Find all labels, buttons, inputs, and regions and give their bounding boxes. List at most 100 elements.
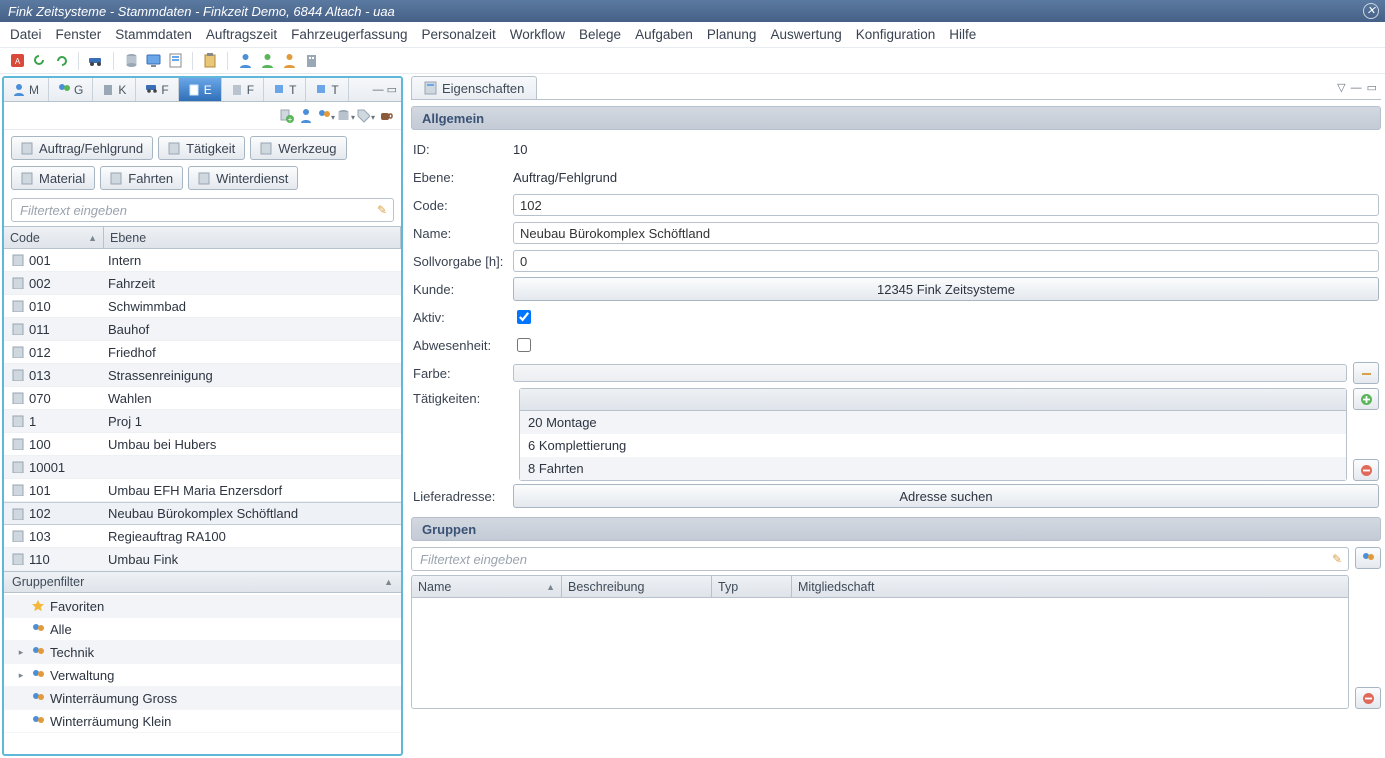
table-row[interactable]: 001Intern — [4, 249, 401, 272]
panel-minimize-icon[interactable]: — — [1351, 82, 1362, 94]
menu-planung[interactable]: Planung — [707, 27, 757, 42]
menu-workflow[interactable]: Workflow — [510, 27, 565, 42]
color-selector[interactable] — [513, 364, 1347, 382]
btn-taetigkeit[interactable]: Tätigkeit — [158, 136, 245, 160]
menu-auftragszeit[interactable]: Auftragszeit — [206, 27, 277, 42]
btn-fahrten[interactable]: Fahrten — [100, 166, 183, 190]
db-icon[interactable] — [122, 52, 140, 70]
table-row[interactable]: 002Fahrzeit — [4, 272, 401, 295]
col-name[interactable]: Name▲ — [412, 576, 562, 597]
list-item[interactable]: 6 Komplettierung — [520, 434, 1346, 457]
table-row[interactable]: 100Umbau bei Hubers — [4, 433, 401, 456]
table-row[interactable]: 070Wahlen — [4, 387, 401, 410]
input-name[interactable] — [513, 222, 1379, 244]
table-row[interactable]: 011Bauhof — [4, 318, 401, 341]
person-blue-icon[interactable] — [236, 52, 254, 70]
menu-aufgaben[interactable]: Aufgaben — [635, 27, 693, 42]
window-close-button[interactable]: ✕ — [1363, 3, 1379, 19]
panel-maximize-icon[interactable]: ▭ — [1367, 81, 1377, 94]
gruppen-filter-input[interactable] — [418, 551, 1332, 568]
list-item[interactable]: 8 Fahrten — [520, 457, 1346, 480]
col-header-code[interactable]: Code▲ — [4, 227, 104, 248]
adresse-suchen-button[interactable]: Adresse suchen — [513, 484, 1379, 508]
menu-konfiguration[interactable]: Konfiguration — [856, 27, 936, 42]
checkbox-abwesenheit[interactable] — [517, 338, 531, 352]
list-item[interactable]: 20 Montage — [520, 411, 1346, 434]
menu-fahrzeugerfassung[interactable]: Fahrzeugerfassung — [291, 27, 407, 42]
tree-node[interactable]: Winterräumung Klein — [4, 710, 401, 733]
color-clear-button[interactable] — [1353, 362, 1379, 384]
quick-person-icon[interactable] — [297, 107, 315, 125]
menu-hilfe[interactable]: Hilfe — [949, 27, 976, 42]
menu-stammdaten[interactable]: Stammdaten — [115, 27, 192, 42]
quick-add-icon[interactable]: + — [277, 107, 295, 125]
form-icon[interactable] — [166, 52, 184, 70]
viewtab-f1[interactable]: F — [136, 78, 178, 101]
table-row[interactable]: 10001 — [4, 456, 401, 479]
viewtab-e-active[interactable]: E — [179, 78, 222, 101]
menu-belege[interactable]: Belege — [579, 27, 621, 42]
col-mitgliedschaft[interactable]: Mitgliedschaft — [792, 576, 1348, 597]
btn-auftrag-fehlgrund[interactable]: Auftrag/Fehlgrund — [11, 136, 153, 160]
checkbox-aktiv[interactable] — [517, 310, 531, 324]
col-header-ebene[interactable]: Ebene — [104, 227, 401, 248]
viewtab-g[interactable]: G — [49, 78, 93, 101]
table-row[interactable]: 013Strassenreinigung — [4, 364, 401, 387]
building-icon[interactable] — [302, 52, 320, 70]
col-beschreibung[interactable]: Beschreibung — [562, 576, 712, 597]
btn-winterdienst[interactable]: Winterdienst — [188, 166, 298, 190]
table-row[interactable]: 1Proj 1 — [4, 410, 401, 433]
viewtab-t2[interactable]: T — [306, 78, 348, 101]
viewtab-m[interactable]: M — [4, 78, 49, 101]
btn-material[interactable]: Material — [11, 166, 95, 190]
menu-personalzeit[interactable]: Personalzeit — [421, 27, 495, 42]
person-green-icon[interactable] — [258, 52, 276, 70]
table-row[interactable]: 110Umbau Fink — [4, 548, 401, 571]
clipboard-icon[interactable] — [201, 52, 219, 70]
menu-auswertung[interactable]: Auswertung — [770, 27, 841, 42]
tree-node[interactable]: Favoriten — [4, 595, 401, 618]
btn-werkzeug[interactable]: Werkzeug — [250, 136, 346, 160]
input-code[interactable] — [513, 194, 1379, 216]
tab-maximize-icon[interactable]: ▭ — [387, 83, 397, 96]
expander-icon[interactable]: ▸ — [16, 670, 26, 681]
quick-group-icon[interactable] — [317, 107, 335, 125]
refresh-back-icon[interactable] — [52, 52, 70, 70]
taetigkeit-add-button[interactable] — [1353, 388, 1379, 410]
table-row[interactable]: 102Neubau Bürokomplex Schöftland — [4, 502, 401, 525]
viewtab-t1[interactable]: T — [264, 78, 306, 101]
viewtab-f2[interactable]: F — [222, 78, 264, 101]
panel-menu-icon[interactable]: ▽ — [1337, 81, 1345, 94]
gruppenfilter-header[interactable]: Gruppenfilter ▲ — [4, 571, 401, 593]
gruppen-add-button[interactable] — [1355, 547, 1381, 569]
tab-minimize-icon[interactable]: — — [373, 84, 384, 96]
input-soll[interactable] — [513, 250, 1379, 272]
tree-node[interactable]: ▸Verwaltung — [4, 664, 401, 687]
tab-eigenschaften[interactable]: Eigenschaften — [411, 76, 537, 99]
taetigkeit-remove-button[interactable] — [1353, 459, 1379, 481]
table-row[interactable]: 103Regieauftrag RA100 — [4, 525, 401, 548]
filter-input[interactable] — [18, 202, 377, 219]
table-row[interactable]: 010Schwimmbad — [4, 295, 401, 318]
table-row[interactable]: 012Friedhof — [4, 341, 401, 364]
refresh-icon[interactable] — [30, 52, 48, 70]
car-icon[interactable] — [87, 52, 105, 70]
gruppen-remove-button[interactable] — [1355, 687, 1381, 709]
tree-node[interactable]: Winterräumung Gross — [4, 687, 401, 710]
monitor-icon[interactable] — [144, 52, 162, 70]
quick-db-icon[interactable] — [337, 107, 355, 125]
quick-tag-icon[interactable] — [357, 107, 375, 125]
tree-node[interactable]: Alle — [4, 618, 401, 641]
pencil-icon[interactable]: ✎ — [1332, 552, 1342, 566]
tree-node[interactable]: ▸Technik — [4, 641, 401, 664]
table-row[interactable]: 101Umbau EFH Maria Enzersdorf — [4, 479, 401, 502]
kunde-button[interactable]: 12345 Fink Zeitsysteme — [513, 277, 1379, 301]
col-typ[interactable]: Typ — [712, 576, 792, 597]
person-orange-icon[interactable] — [280, 52, 298, 70]
viewtab-k[interactable]: K — [93, 78, 136, 101]
expander-icon[interactable]: ▸ — [16, 647, 26, 658]
pdf-icon[interactable]: A — [8, 52, 26, 70]
quick-coffee-icon[interactable] — [377, 107, 395, 125]
menu-fenster[interactable]: Fenster — [56, 27, 102, 42]
menu-datei[interactable]: Datei — [10, 27, 42, 42]
